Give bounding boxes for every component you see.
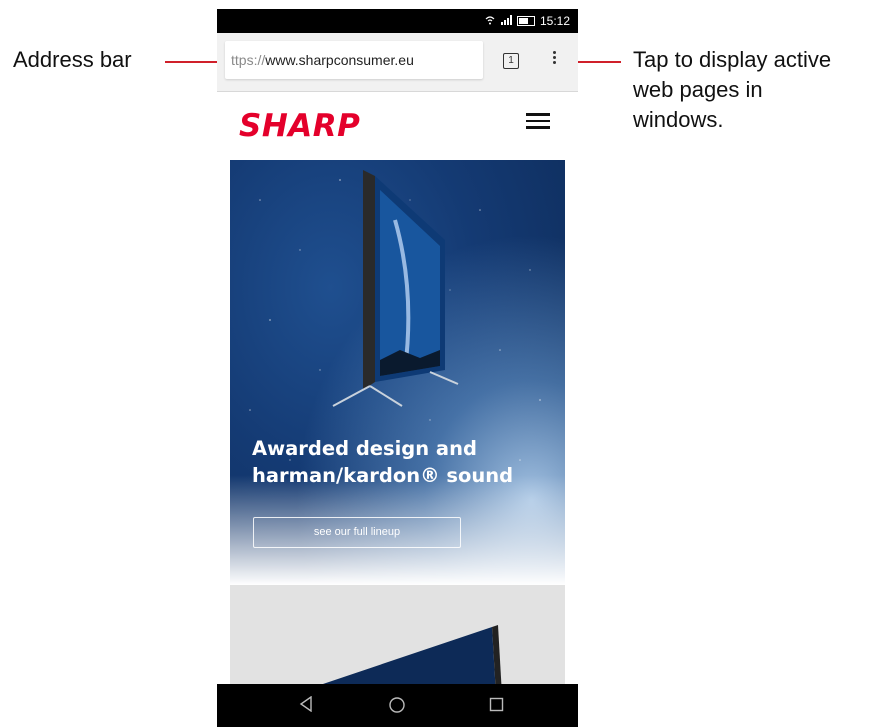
url-scheme: ttps:// [231,52,266,68]
wifi-icon [485,14,495,28]
tabs-callout-label: Tap to display active web pages in windo… [633,45,831,135]
hero-title-line2: harman/kardon® sound [252,464,514,487]
tabs-callout-line3: windows. [633,107,724,132]
signal-icon [500,14,512,28]
overflow-menu-icon[interactable] [551,49,557,71]
browser-toolbar: ttps://www.sharpconsumer.eu 1 [217,33,578,92]
back-icon[interactable] [299,695,313,717]
tabs-callout-line2: web pages in [633,77,763,102]
hero-title: Awarded design and harman/kardon® sound [252,435,552,489]
brand-logo[interactable]: SHARP [239,108,360,144]
hamburger-menu-icon[interactable] [526,113,550,129]
recents-icon[interactable] [489,697,504,717]
address-bar-callout-line [165,61,224,63]
android-nav-bar [217,684,578,727]
url-host: www.sharpconsumer.eu [265,52,414,68]
tabs-button[interactable]: 1 [503,53,519,69]
hero-title-line1: Awarded design and [252,437,477,460]
phone-screen: 15:12 ttps://www.sharpconsumer.eu 1 SHAR… [217,9,578,727]
hero-banner: Awarded design and harman/kardon® sound … [230,160,565,585]
address-bar[interactable]: ttps://www.sharpconsumer.eu [225,41,483,79]
battery-icon [516,16,535,26]
tabs-callout-line1: Tap to display active [633,47,832,72]
tv-illustration-2 [322,625,502,684]
see-full-lineup-button[interactable]: see our full lineup [253,517,461,548]
second-banner [230,585,565,684]
web-page: SHARP Awarded design and harman/kardon® … [217,92,578,684]
address-bar-callout-label: Address bar [13,47,132,72]
status-time: 15:12 [539,14,570,28]
home-icon[interactable] [388,696,406,719]
status-bar: 15:12 [217,9,578,33]
